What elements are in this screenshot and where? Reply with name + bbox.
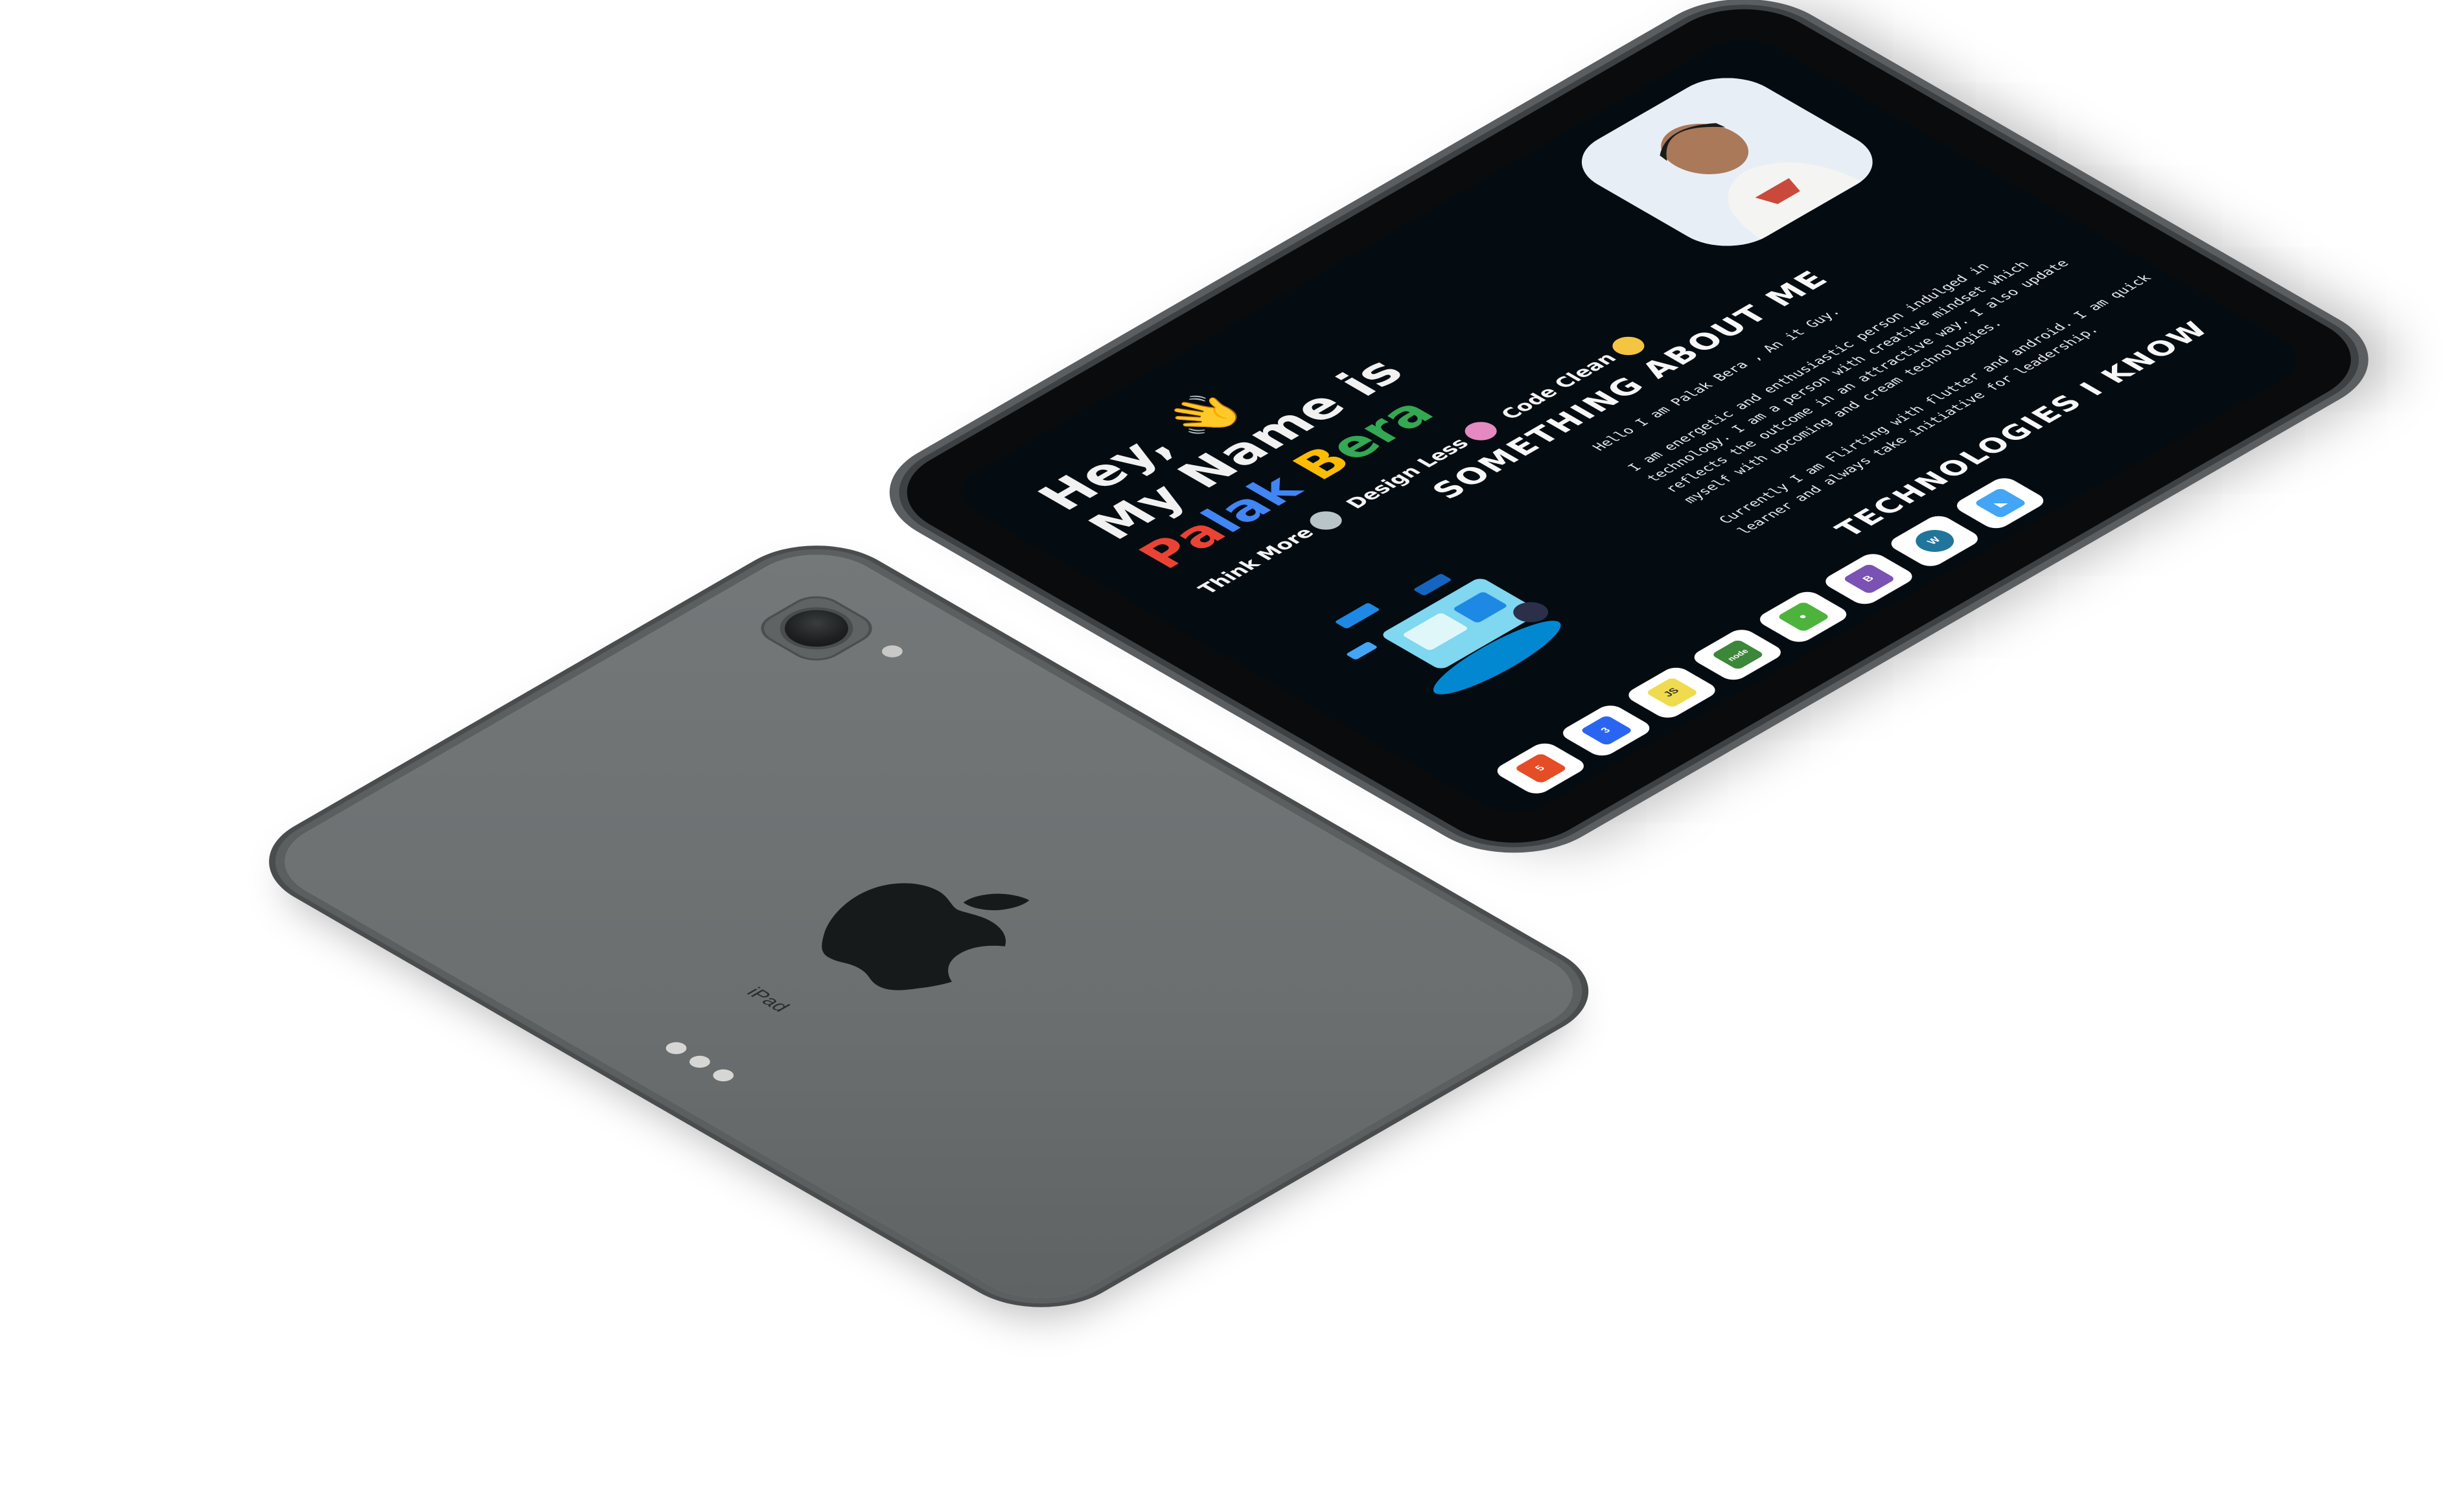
connector-dot xyxy=(685,1053,715,1070)
tech-tile-javascript[interactable]: JS xyxy=(1623,664,1721,721)
smart-connector xyxy=(661,1040,738,1084)
brain-icon xyxy=(1303,507,1349,534)
camera-module xyxy=(749,590,884,667)
html5-icon: 5 xyxy=(1513,753,1568,785)
connector-dot xyxy=(708,1067,738,1084)
connector-dot xyxy=(661,1040,691,1057)
profile-avatar xyxy=(1558,65,1896,259)
tech-tile-mongodb[interactable]: ● xyxy=(1754,588,1853,645)
mongodb-icon: ● xyxy=(1776,601,1831,633)
tech-tile-bootstrap[interactable]: B xyxy=(1820,551,1918,608)
apple-logo-icon xyxy=(822,883,1030,991)
developer-illustration xyxy=(1336,574,1561,694)
tech-tile-css3[interactable]: 3 xyxy=(1557,702,1656,759)
camera-lens-icon xyxy=(771,602,862,654)
person-photo-icon xyxy=(1558,65,1896,259)
nodejs-icon: node xyxy=(1710,639,1765,670)
flash-icon xyxy=(877,643,907,660)
wordpress-icon: W xyxy=(1907,525,1962,557)
portfolio-screen: Hey, 👋 My Name is Palak Bera Think More … xyxy=(941,29,2317,823)
css3-icon: 3 xyxy=(1579,715,1634,746)
ipad-label: iPad xyxy=(741,985,794,1015)
javascript-icon: JS xyxy=(1645,677,1699,709)
unicorn-icon xyxy=(1458,418,1504,444)
hero-intro: My Name is xyxy=(1076,350,1418,547)
laptop-icon xyxy=(1606,332,1651,359)
bootstrap-icon: B xyxy=(1842,563,1896,595)
tech-tile-flutter[interactable]: ◣ xyxy=(1951,475,2050,532)
tech-tile-html5[interactable]: 5 xyxy=(1491,740,1590,797)
flutter-icon: ◣ xyxy=(1973,487,2028,519)
tech-tile-wordpress[interactable]: W xyxy=(1885,512,1984,569)
tech-tile-nodejs[interactable]: node xyxy=(1688,626,1787,683)
